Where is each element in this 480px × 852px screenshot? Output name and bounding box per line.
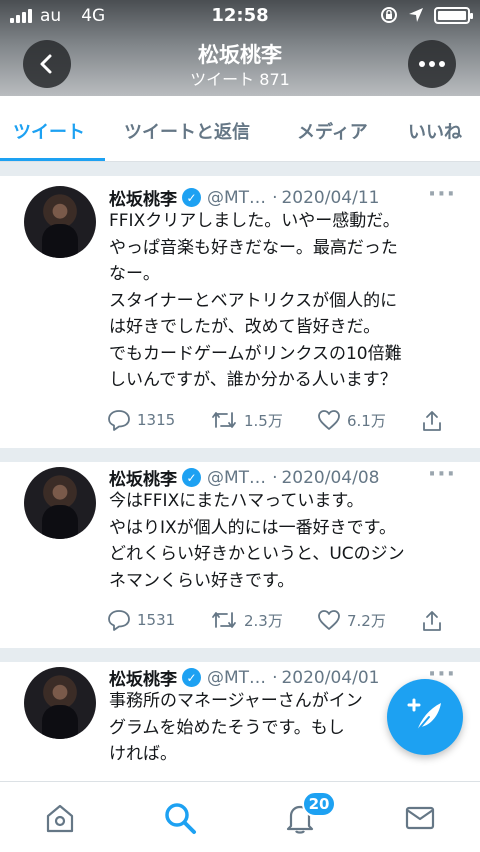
more-dot-icon [429, 61, 435, 67]
divider [0, 448, 480, 462]
tweet-line: でもカードゲームがリンクスの10倍難 [109, 343, 402, 364]
like-count: 7.2万 [347, 611, 386, 630]
reply-button[interactable]: 1315 [107, 409, 175, 431]
verified-badge-icon: ✓ [182, 468, 201, 487]
nav-messages[interactable] [400, 798, 440, 838]
tweet-line: しいんですが、誰か分かる人います？ [109, 370, 397, 390]
tweet-date[interactable]: 2020/04/11 [281, 188, 379, 208]
compose-tweet-button[interactable] [387, 679, 463, 755]
retweet-button[interactable]: 1.5万 [210, 409, 283, 431]
tab-likes[interactable]: いいね [408, 118, 462, 144]
tweet-card[interactable]: 松坂桃李 ✓ @MT… · 2020/04/11 ··· FFIXクリアしました… [0, 176, 480, 448]
nav-search[interactable] [160, 798, 200, 838]
divider [0, 162, 480, 176]
divider [0, 648, 480, 662]
profile-header: au 4G 12:58 松坂桃李 ツイート 871 [0, 0, 480, 96]
tweet-line: 今はFFIXにまたハマっています。 [109, 491, 364, 511]
tweet-line: なー。 [109, 264, 160, 284]
tweet-text: 今はFFIXにまたハマっています。 やはりIXが個人的には一番好きです。 どれく… [109, 488, 469, 594]
tweet-line: ネマンくらい好きです。 [109, 570, 295, 591]
verified-badge-icon: ✓ [182, 188, 201, 207]
tweet-line: やはりIXが個人的には一番好きです。 [109, 517, 396, 538]
tab-media[interactable]: メディア [297, 118, 368, 144]
more-options-button[interactable] [408, 40, 456, 88]
share-icon [423, 611, 441, 631]
active-tab-indicator [0, 158, 105, 161]
avatar[interactable] [24, 467, 96, 539]
tweet-author-name[interactable]: 松坂桃李 [109, 665, 177, 690]
status-bar: au 4G 12:58 [0, 0, 480, 32]
tweet-author-name[interactable]: 松坂桃李 [109, 465, 177, 490]
tab-tweets-and-replies[interactable]: ツイートと返信 [124, 118, 250, 144]
reply-count: 1531 [137, 611, 176, 629]
tweet-more-icon[interactable]: ··· [428, 462, 456, 487]
tweet-date[interactable]: 2020/04/08 [281, 468, 379, 488]
tweet-author-name[interactable]: 松坂桃李 [109, 185, 177, 210]
compose-feather-icon [407, 698, 441, 732]
like-button[interactable]: 6.1万 [317, 409, 386, 431]
tweet-actions: 1315 1.5万 6.1万 [107, 409, 457, 435]
tweet-text: FFIXクリアしました。いやー感動だ。 やっぱ音楽も好きだなー。最高だった なー… [109, 208, 469, 394]
retweet-icon [212, 612, 236, 628]
orientation-lock-icon [381, 7, 397, 23]
verified-badge-icon: ✓ [182, 668, 201, 687]
tab-tweets[interactable]: ツイート [13, 118, 85, 144]
tweet-line: FFIXクリアしました。いやー感動だ。 [109, 211, 400, 231]
separator: · [272, 667, 278, 688]
tweet-more-icon[interactable]: ··· [428, 182, 456, 207]
heart-icon [318, 610, 340, 630]
tweet-author-handle: @MT… [207, 187, 267, 208]
bottom-navigation [0, 781, 480, 852]
nav-home[interactable] [40, 798, 80, 838]
avatar[interactable] [24, 186, 96, 258]
tweet-actions: 1531 2.3万 7.2万 [107, 609, 457, 635]
battery-icon [434, 6, 473, 24]
location-icon [409, 8, 423, 22]
reply-icon [108, 610, 130, 631]
more-dot-icon [439, 61, 445, 67]
like-button[interactable]: 7.2万 [317, 609, 386, 631]
tweet-line: は好きでしたが、改めて皆好きだ。 [109, 317, 381, 337]
retweet-count: 2.3万 [244, 611, 283, 630]
avatar[interactable] [24, 667, 96, 739]
more-dot-icon [419, 61, 425, 67]
tweet-card[interactable]: 松坂桃李 ✓ @MT… · 2020/04/08 ··· 今はFFIXにまたハマ… [0, 462, 480, 648]
tweet-line: やっぱ音楽も好きだなー。最高だった [109, 237, 398, 258]
tweet-date[interactable]: 2020/04/01 [281, 668, 379, 688]
tweet-author-handle: @MT… [207, 667, 267, 688]
tweet-line: スタイナーとベアトリクスが個人的に [109, 290, 398, 311]
mail-icon [405, 806, 435, 830]
search-icon [165, 803, 196, 834]
reply-button[interactable]: 1531 [107, 609, 175, 631]
retweet-button[interactable]: 2.3万 [210, 609, 283, 631]
tweet-author-handle: @MT… [207, 467, 267, 488]
share-button[interactable] [420, 609, 444, 633]
like-count: 6.1万 [347, 411, 386, 430]
notification-badge: 20 [302, 791, 336, 817]
separator: · [272, 187, 278, 208]
heart-icon [318, 410, 340, 430]
share-icon [423, 411, 441, 431]
retweet-count: 1.5万 [244, 411, 283, 430]
reply-icon [108, 410, 130, 431]
profile-tabs: ツイート ツイートと返信 メディア いいね [0, 96, 480, 162]
home-icon [46, 804, 74, 833]
separator: · [272, 467, 278, 488]
retweet-icon [212, 412, 236, 428]
tweet-line: どれくらい好きかというと、UCのジン [109, 544, 405, 564]
reply-count: 1315 [137, 411, 176, 429]
share-button[interactable] [420, 409, 444, 433]
